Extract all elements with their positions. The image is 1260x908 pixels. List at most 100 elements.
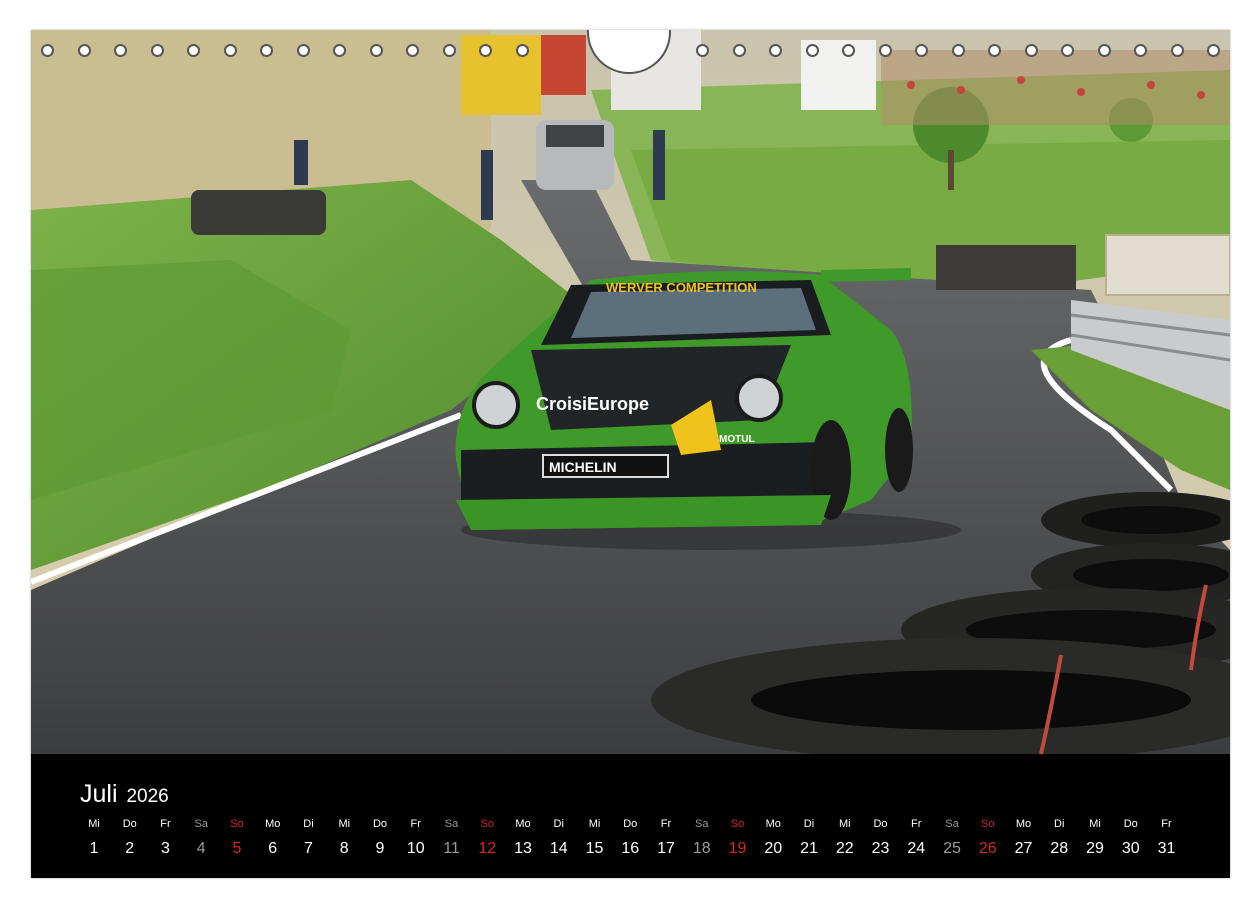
weekday-label: Fr bbox=[911, 818, 922, 830]
weekday-label: Fr bbox=[410, 818, 421, 830]
car-hood-text: CroisiEurope bbox=[536, 394, 649, 414]
car-badge-text: MOTUL bbox=[719, 434, 755, 445]
weekday-label: Do bbox=[623, 818, 638, 830]
day-number: 10 bbox=[406, 840, 425, 857]
weekday-label: Sa bbox=[444, 818, 459, 830]
weekday-label: Mi bbox=[88, 818, 100, 830]
weekday-label: Mo bbox=[515, 818, 531, 830]
car-sponsor-text: WERVER COMPETITION bbox=[606, 280, 757, 295]
weekday-label: Di bbox=[303, 818, 314, 830]
day-number: 3 bbox=[161, 840, 170, 857]
weekday-label: Do bbox=[372, 818, 388, 830]
weekday-label: Mo bbox=[1015, 818, 1032, 830]
weekday-label: So bbox=[480, 818, 494, 830]
day-number: 25 bbox=[943, 840, 961, 857]
race-photo: WERVER COMPETITION CroisiEurope MICHELIN… bbox=[31, 30, 1230, 754]
binding-hole bbox=[1134, 44, 1147, 57]
weekday-label: Di bbox=[553, 818, 564, 830]
binding-hole bbox=[1097, 44, 1111, 57]
binding-hole bbox=[369, 44, 383, 57]
day-number: 6 bbox=[268, 840, 278, 857]
weekday-label: Mo bbox=[765, 818, 781, 830]
weekday-label: Sa bbox=[695, 818, 709, 830]
day-number: 16 bbox=[621, 840, 640, 857]
weekday-label: Sa bbox=[194, 818, 208, 830]
weekday-label: Mi bbox=[588, 818, 601, 830]
day-number: 24 bbox=[907, 840, 926, 857]
binding-hole bbox=[187, 44, 200, 57]
day-number: 20 bbox=[764, 840, 783, 857]
binding-hole bbox=[1207, 44, 1220, 57]
weekday-label: Do bbox=[122, 818, 137, 830]
weekday-label: Mi bbox=[338, 818, 351, 830]
day-number: 11 bbox=[443, 840, 460, 857]
binding-hole bbox=[951, 44, 965, 57]
calendar-page: WERVER COMPETITION CroisiEurope MICHELIN… bbox=[31, 30, 1230, 878]
weekday-label: Fr bbox=[1161, 818, 1172, 830]
day-number: 4 bbox=[196, 840, 206, 857]
binding-hole bbox=[41, 44, 54, 57]
day-number: 8 bbox=[339, 840, 349, 857]
weekday-label: Sa bbox=[945, 818, 959, 830]
weekday-label: Mi bbox=[1089, 818, 1101, 830]
calendar-strip: Juli 2026 Mi 1 Do 2 Fr 3 Sa 4 So 5 Mo 6 Di 7 Mi 8 Do 9 Fr 1… bbox=[31, 754, 1230, 878]
binding-hole bbox=[732, 44, 746, 57]
binding-hole bbox=[1024, 44, 1038, 57]
binding-hole bbox=[296, 44, 310, 57]
weekday-label: Fr bbox=[160, 818, 171, 830]
year-label: 2026 bbox=[126, 786, 169, 807]
weekday-label: Di bbox=[803, 818, 815, 830]
weekday-label: Di bbox=[1054, 818, 1065, 830]
day-number: 14 bbox=[549, 840, 568, 857]
car-bumper-text: MICHELIN bbox=[549, 459, 617, 475]
binding-hole bbox=[442, 44, 456, 57]
day-number: 2 bbox=[125, 840, 135, 857]
binding-hole bbox=[77, 44, 91, 57]
binding-hole bbox=[479, 44, 492, 57]
day-number: 13 bbox=[514, 840, 532, 857]
binding-holes bbox=[31, 30, 1230, 80]
binding-hole bbox=[1061, 44, 1074, 57]
day-number: 12 bbox=[478, 840, 497, 857]
weekday-label: So bbox=[230, 818, 244, 830]
binding-hole bbox=[805, 44, 819, 57]
day-number: 18 bbox=[692, 840, 711, 857]
day-number: 21 bbox=[800, 840, 818, 857]
weekday-label: Do bbox=[1123, 818, 1138, 830]
day-number: 7 bbox=[304, 840, 313, 857]
binding-hole bbox=[406, 44, 419, 57]
month-name: Juli bbox=[80, 780, 118, 808]
weekday-label: Mi bbox=[838, 818, 851, 830]
day-number: 31 bbox=[1157, 840, 1176, 857]
weekday-label: Fr bbox=[660, 818, 672, 830]
binding-hole bbox=[515, 44, 529, 57]
day-number: 28 bbox=[1050, 840, 1069, 857]
binding-hole bbox=[988, 44, 1001, 57]
day-number: 19 bbox=[728, 840, 747, 857]
day-number: 26 bbox=[978, 840, 997, 857]
binding-hole bbox=[150, 44, 164, 57]
day-number: 1 bbox=[89, 840, 99, 857]
binding-hole bbox=[915, 44, 928, 57]
binding-hole bbox=[842, 44, 855, 57]
binding-hole bbox=[696, 44, 709, 57]
race-scene-illustration: WERVER COMPETITION CroisiEurope MICHELIN… bbox=[31, 30, 1230, 754]
binding-hole bbox=[114, 44, 127, 57]
day-number: 23 bbox=[871, 840, 890, 857]
hanger-cutout bbox=[587, 30, 671, 74]
day-number: 29 bbox=[1086, 840, 1104, 857]
day-number: 27 bbox=[1014, 840, 1033, 857]
day-number: 17 bbox=[657, 840, 675, 857]
binding-hole bbox=[223, 44, 237, 57]
day-number: 9 bbox=[375, 840, 385, 857]
binding-hole bbox=[1170, 44, 1184, 57]
day-number: 15 bbox=[585, 840, 604, 857]
weekday-label: Mo bbox=[265, 818, 281, 830]
month-title: Juli 2026 bbox=[80, 780, 169, 809]
binding-hole bbox=[260, 44, 273, 57]
day-number: 5 bbox=[232, 840, 242, 857]
binding-hole bbox=[333, 44, 346, 57]
weekday-label: Do bbox=[873, 818, 888, 830]
weekday-label: So bbox=[730, 818, 745, 830]
binding-hole bbox=[878, 44, 892, 57]
